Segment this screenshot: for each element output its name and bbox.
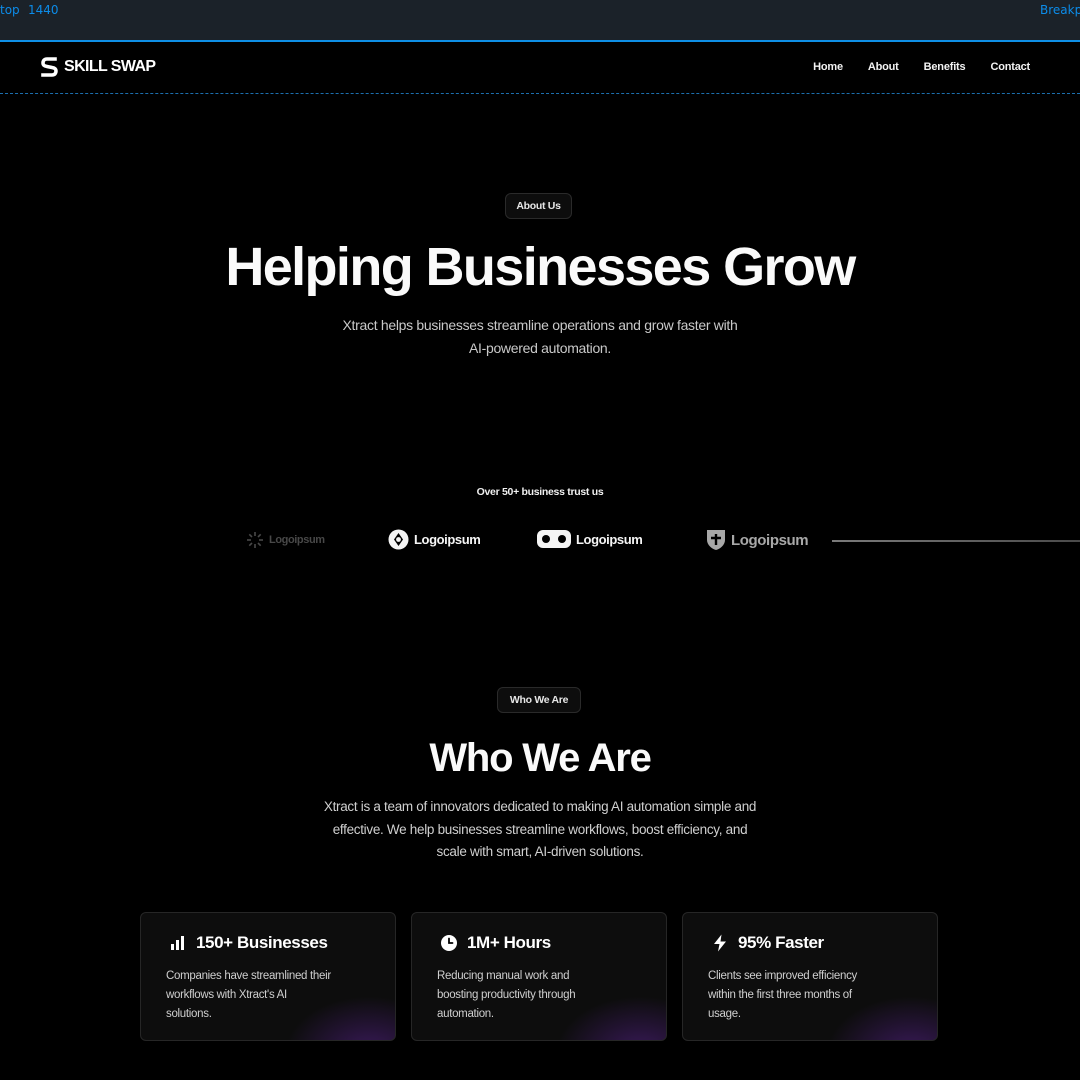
- stat-card-description: Companies have streamlined their workflo…: [166, 967, 376, 1024]
- partner-logo-text: Logoipsum: [414, 532, 481, 547]
- stat-card-line: workflows with Xtract's AI: [166, 989, 287, 1001]
- toggle-logo-icon: [537, 530, 571, 548]
- trust-text: Over 50+ business trust us: [476, 486, 604, 498]
- nav-link-contact[interactable]: Contact: [990, 61, 1030, 73]
- partner-logo-text: Logoipsum: [731, 531, 809, 549]
- stat-card-heading: 1M+ Hours: [467, 933, 551, 952]
- partner-logo: Logoipsum: [388, 529, 481, 550]
- bar-chart-icon: [171, 936, 184, 950]
- logo-marquee: Logoipsum Logoipsum Logoipsum Logoipsum: [0, 526, 1080, 556]
- stat-card-hours: 1M+ Hours Reducing manual work and boost…: [411, 912, 667, 1041]
- stat-card-title: 150+ Businesses: [169, 933, 328, 953]
- who-we-are-badge: Who We Are: [497, 687, 581, 713]
- stat-card-line: automation.: [437, 1008, 494, 1020]
- breakpoint-label[interactable]: top: [0, 3, 20, 17]
- stat-card-businesses: 150+ Businesses Companies have streamlin…: [140, 912, 396, 1041]
- partner-logo-text: Logoipsum: [576, 531, 643, 547]
- hero-subtitle: Xtract helps businesses streamline opera…: [290, 314, 790, 360]
- stat-card-line: boosting productivity through: [437, 989, 576, 1001]
- description-line: Xtract is a team of innovators dedicated…: [323, 799, 757, 814]
- stat-card-description: Reducing manual work and boosting produc…: [437, 967, 647, 1024]
- nav-link-home[interactable]: Home: [813, 61, 843, 73]
- description-line: effective. We help businesses streamline…: [332, 821, 748, 837]
- stat-card-title: 95% Faster: [711, 933, 824, 953]
- partner-logo-text: Logoipsum: [269, 534, 325, 546]
- hero-subtitle-line: Xtract helps businesses streamline opera…: [342, 317, 738, 333]
- stat-card-heading: 150+ Businesses: [196, 933, 328, 952]
- stat-card-line: Reducing manual work and: [437, 970, 570, 982]
- stat-card-line: Clients see improved efficiency: [708, 970, 858, 982]
- stat-card-description: Clients see improved efficiency within t…: [708, 967, 918, 1024]
- about-us-badge: About Us: [505, 193, 572, 219]
- stat-card-line: solutions.: [166, 1008, 212, 1020]
- breakpoint-width[interactable]: 1440: [28, 3, 59, 17]
- stat-card-heading: 95% Faster: [738, 933, 824, 952]
- partner-logo: Logoipsum: [537, 529, 643, 549]
- skill-swap-logo-icon: [41, 57, 58, 77]
- nav-link-benefits[interactable]: Benefits: [924, 61, 966, 73]
- hero-subtitle-line: AI-powered automation.: [468, 340, 612, 356]
- clock-icon: [441, 935, 457, 951]
- site-nav: SKILL SWAP Home About Benefits Contact: [0, 44, 1080, 94]
- diamond-logo-icon: [388, 529, 409, 550]
- editor-toolbar: top 1440 Breakpoint: [0, 0, 1080, 42]
- stat-card-line: usage.: [708, 1008, 741, 1020]
- breakpoint-add-label[interactable]: Breakpoint: [1040, 3, 1080, 17]
- stat-card-line: Companies have streamlined their: [166, 970, 331, 982]
- shield-logo-icon: [707, 530, 725, 550]
- stat-card-faster: 95% Faster Clients see improved efficien…: [682, 912, 938, 1041]
- marquee-fade-line: [832, 540, 1080, 542]
- who-we-are-description: Xtract is a team of innovators dedicated…: [280, 796, 800, 864]
- partner-logo: Logoipsum: [706, 529, 809, 551]
- nav-links: Home About Benefits Contact: [813, 61, 1030, 73]
- stat-card-line: within the first three months of: [708, 989, 852, 1001]
- partner-logo: Logoipsum: [246, 531, 325, 549]
- who-we-are-title: Who We Are: [429, 736, 652, 780]
- lightning-icon: [714, 934, 726, 952]
- nav-link-about[interactable]: About: [868, 61, 899, 73]
- brand-name: SKILL SWAP: [64, 58, 156, 75]
- brand-logo[interactable]: SKILL SWAP: [40, 56, 156, 78]
- sunburst-logo-icon: [247, 532, 263, 548]
- stat-card-title: 1M+ Hours: [440, 933, 551, 953]
- hero-title: Helping Businesses Grow: [225, 237, 856, 297]
- description-line: scale with smart, AI-driven solutions.: [436, 844, 644, 859]
